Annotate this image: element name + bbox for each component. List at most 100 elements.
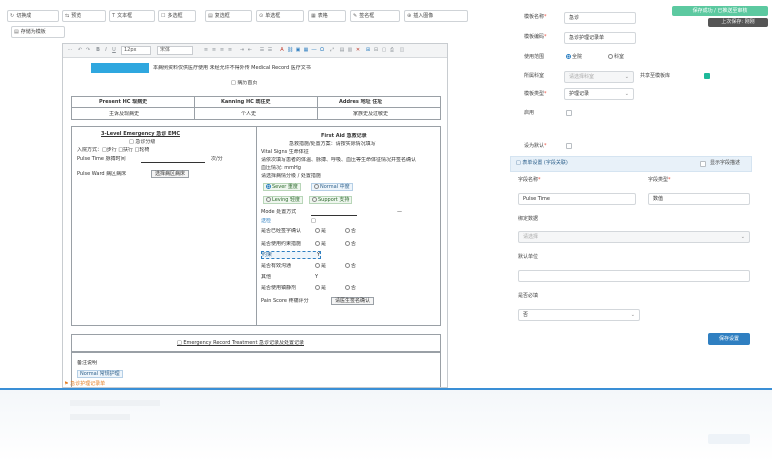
treatment-title: □ Emergency Record Treatment 急诊记录及处置记录 [177,340,305,346]
source-icon[interactable]: ⋯ [67,47,73,53]
list-ordered-icon[interactable]: ☰ [259,47,265,53]
pulse-time-field[interactable] [141,162,205,163]
chip-label: Normal 中度 [320,184,350,190]
fullscreen-icon[interactable]: ⤢ [329,47,335,53]
severity-chip-sever[interactable]: Sever 重度 [263,183,301,191]
cell-icon[interactable]: ▢ [381,47,387,53]
document-canvas[interactable]: 本病例资料仅供医疗使用 未经允许不得外传 Medical Record 医疗文书… [71,58,441,387]
toolbar-button-3[interactable]: ☐ 多选框 [158,10,196,22]
list-bullet-icon[interactable]: ☰ [267,47,273,53]
toolbar-button-4[interactable]: ▤ 复选框 [205,10,252,22]
label-template-type: 模板类型* [524,91,547,97]
opt-no[interactable]: 否 [345,263,356,269]
toolbar-button-7[interactable]: ✎ 签名框 [350,10,400,22]
font-family-select[interactable]: 宋体 [157,46,193,55]
save-settings-button[interactable]: 保存设置 [708,333,750,345]
template-name-input[interactable]: 急诊 [564,12,636,24]
toolbar-button-5[interactable]: ⊙ 单选框 [256,10,304,22]
preview-icon[interactable]: ◫ [399,47,405,53]
remarks-label: 备注说明 [77,360,98,366]
image-icon[interactable]: ▣ [295,47,301,53]
table-header-address: Addres 地址 住址 [339,99,383,105]
delete-table-icon[interactable]: ✕ [355,47,361,53]
outdent-icon[interactable]: ⇤ [247,47,253,53]
row-value-send[interactable]: □ [311,218,316,224]
template-type-select[interactable]: 护理记录 ⌄ [564,88,634,100]
chevron-down-icon: ⌄ [624,91,629,97]
document-editor[interactable]: ⋯ ↶ ↷ B I U 12px 宋体 ≡ ≡ ≡ ≡ ⇥ ⇤ ☰ ☰ A ⛓ … [62,43,448,388]
insert-row-icon[interactable]: ⊞ [365,47,371,53]
share-checkbox[interactable] [704,73,710,79]
font-size-select[interactable]: 12px [121,46,151,55]
toolbar-button-1[interactable]: ⇆ 预览 [62,10,106,22]
severity-chip-support[interactable]: Support 支持 [309,196,353,204]
doctor-sign-button[interactable]: 请医生签名确认 [331,297,375,305]
table-prop-icon[interactable]: ▤ [339,47,345,53]
opt-no[interactable]: 否 [345,285,356,291]
table-value-present[interactable]: 主诉及现病史 [109,111,139,117]
enable-checkbox[interactable] [566,110,572,116]
hr-icon[interactable]: ― [311,47,317,53]
severity-prompt: 请选择病情分级 / 处置措施 [261,173,321,179]
opt-yes[interactable]: 是 [315,228,326,234]
department-select[interactable]: 请选择科室 ⌄ [564,71,634,83]
toolbar-button-8[interactable]: ⊕ 插入图像 [404,10,468,22]
label-share: 共享至模板库 [640,73,671,79]
scope-option-dept[interactable]: 科室 [608,54,624,61]
special-char-icon[interactable]: Ω [319,47,325,53]
radio-icon [345,285,350,290]
label-department: 所属科室 [524,73,545,79]
justify-icon[interactable]: ≡ [227,47,233,53]
table-insert-icon[interactable]: ▦ [303,47,309,53]
table-value-address[interactable]: 家族史及过敏史 [353,111,388,117]
redo-icon[interactable]: ↷ [85,47,91,53]
radio-icon: ⊙ [259,13,264,19]
opt-no[interactable]: 否 [345,241,356,247]
reflection-block [70,400,160,406]
text-color-icon[interactable]: A [279,47,285,53]
toolbar-button-6[interactable]: ▦ 表格 [308,10,346,22]
field-name-input[interactable]: Pulse Time [518,193,636,205]
align-left-icon[interactable]: ≡ [203,47,209,53]
scope-option-all[interactable]: 全院 [566,54,582,61]
opt-yes[interactable]: 是 [315,263,326,269]
toolbar-button-label: 预览 [71,13,82,19]
care-chip[interactable]: Normal 常规护理 [77,370,123,378]
insert-col-icon[interactable]: ⊟ [373,47,379,53]
radio-icon [566,54,571,59]
toolbar-button-2[interactable]: T 文本框 [109,10,155,22]
save-as-template-button[interactable]: ▤ 存储为模板 [11,26,65,38]
print-icon[interactable]: ⎙ [389,47,395,53]
align-center-icon[interactable]: ≡ [211,47,217,53]
severity-chip-leving[interactable]: Leving 轻度 [263,196,304,204]
signature-icon: ✎ [353,13,358,19]
toolbar-button-label: 插入图像 [413,13,434,19]
default-unit-input[interactable] [518,270,750,282]
required-select[interactable]: 否 ⌄ [518,309,640,321]
bind-data-select[interactable]: 请选择 ⌄ [518,231,750,243]
mode-field[interactable] [311,215,357,216]
table-value-kanning[interactable]: 个人史 [241,111,256,117]
show-desc-checkbox[interactable] [700,161,706,167]
default-checkbox[interactable] [566,143,572,149]
vital-signs-label: Vital Signs 生命体征 [261,149,309,155]
select-ward-button[interactable]: 选择病区病床 [151,170,190,178]
toolbar-button-0[interactable]: ↻ 切换成 [7,10,59,22]
indent-icon[interactable]: ⇥ [239,47,245,53]
opt-yes[interactable]: 是 [315,285,326,291]
chip-label: Sever 重度 [272,184,298,190]
severity-chip-normal[interactable]: Normal 中度 [311,183,353,191]
align-right-icon[interactable]: ≡ [219,47,225,53]
opt-no[interactable]: 否 [345,228,356,234]
bold-icon[interactable]: B [95,47,101,53]
reflection-button [708,434,750,444]
italic-icon[interactable]: I [103,47,109,53]
underline-icon[interactable]: U [111,47,117,53]
template-code-input[interactable]: 急诊护理记录单 [564,32,636,44]
undo-icon[interactable]: ↶ [77,47,83,53]
link-icon[interactable]: ⛓ [287,47,293,53]
opt-yes[interactable]: 是 [315,241,326,247]
field-type-input[interactable]: 数值 [648,193,750,205]
chevron-down-icon: ⌄ [740,234,745,240]
merge-cells-icon[interactable]: ▥ [347,47,353,53]
